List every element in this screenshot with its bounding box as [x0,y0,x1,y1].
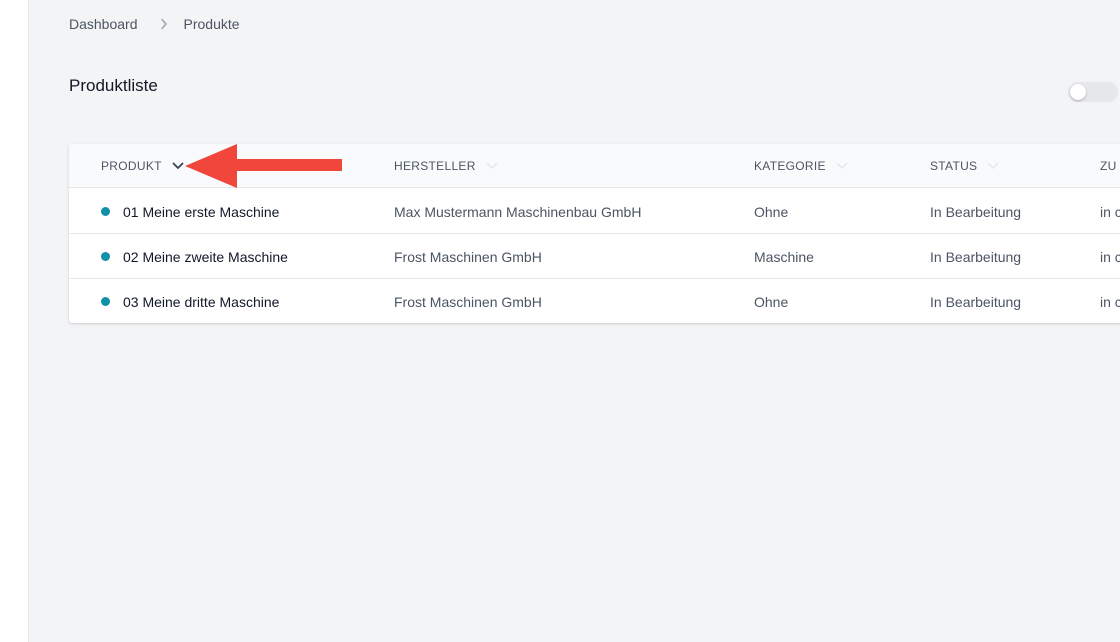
status-cell: In Bearbeitung [930,293,1022,310]
column-header-label: KATEGORIE [754,159,826,173]
product-name: 03 Meine dritte Maschine [123,293,280,310]
chevron-down-icon [486,162,498,170]
category-cell: Ohne [754,203,789,220]
column-header-label: ZU [1100,159,1117,173]
column-header-zu[interactable]: ZU [1100,144,1117,188]
breadcrumb-item-dashboard[interactable]: Dashboard [69,16,138,32]
view-toggle[interactable] [1068,82,1118,102]
column-header-hersteller[interactable]: HERSTELLER [394,144,498,188]
chevron-right-icon [160,18,168,30]
product-name: 01 Meine erste Maschine [123,203,280,220]
status-dot [101,252,110,261]
breadcrumb: Dashboard Produkte [69,16,240,32]
status-cell: In Bearbeitung [930,203,1022,220]
product-name-cell: 02 Meine zweite Maschine [101,234,288,279]
status-cell: In Bearbeitung [930,248,1022,265]
chevron-down-icon [172,162,184,170]
manufacturer-cell: Max Mustermann Maschinenbau GmbH [394,203,642,220]
annotation-arrow-icon [185,144,342,188]
table-row[interactable]: 03 Meine dritte Maschine Frost Maschinen… [69,279,1120,323]
table-row[interactable]: 02 Meine zweite Maschine Frost Maschinen… [69,234,1120,279]
category-cell: Maschine [754,248,814,265]
product-name-cell: 01 Meine erste Maschine [101,189,279,234]
column-header-status[interactable]: STATUS [930,144,999,188]
chevron-down-icon [987,162,999,170]
product-name-cell: 03 Meine dritte Maschine [101,279,279,323]
column-header-label: STATUS [930,159,978,173]
column-header-kategorie[interactable]: KATEGORIE [754,144,848,188]
status-dot [101,207,110,216]
column-header-label: HERSTELLER [394,159,476,173]
column-header-produkt[interactable]: PRODUKT [101,144,184,188]
manufacturer-cell: Frost Maschinen GmbH [394,248,542,265]
product-name: 02 Meine zweite Maschine [123,248,288,265]
breadcrumb-item-produkte[interactable]: Produkte [184,16,240,32]
assigned-cell: in c [1100,203,1120,220]
page-title: Produktliste [69,76,158,95]
chevron-down-icon [836,162,848,170]
table-row[interactable]: 01 Meine erste Maschine Max Mustermann M… [69,189,1120,234]
toggle-knob [1070,84,1086,100]
assigned-cell: in c [1100,293,1120,310]
manufacturer-cell: Frost Maschinen GmbH [394,293,542,310]
sidebar [0,0,29,642]
assigned-cell: in c [1100,248,1120,265]
status-dot [101,297,110,306]
category-cell: Ohne [754,293,789,310]
column-header-label: PRODUKT [101,159,162,173]
